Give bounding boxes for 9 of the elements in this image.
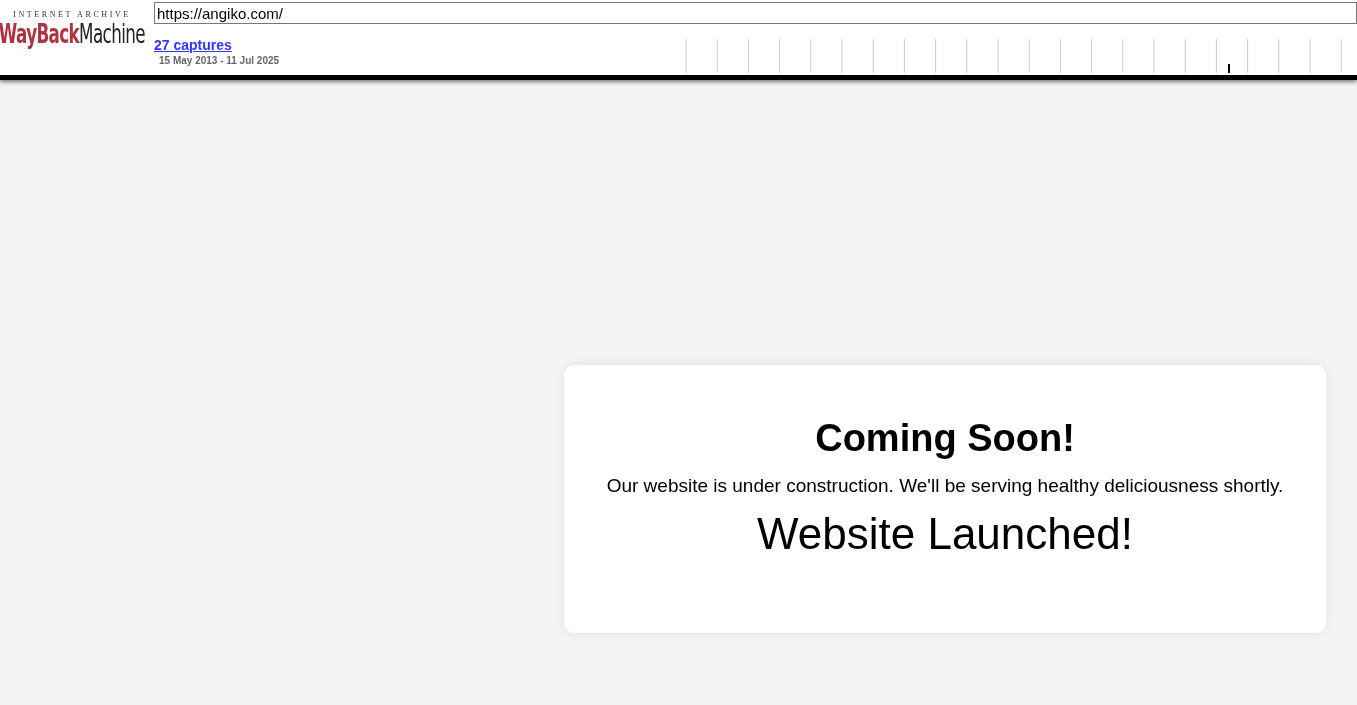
captures-link[interactable]: 27 captures — [154, 37, 232, 53]
card-title: Coming Soon! — [815, 416, 1075, 461]
card-message: Our website is under construction. We'll be serving healthy deliciousness shortly. — [606, 475, 1284, 497]
launch-heading: Website Launched! — [757, 509, 1133, 559]
url-field[interactable]: https://angiko.com/ — [154, 2, 1357, 24]
logo-caption: INTERNET ARCHIVE — [13, 10, 131, 19]
logo-wordmark: WayBack — [0, 18, 80, 49]
date-range: 15 May 2013 - 11 Jul 2025 — [159, 55, 280, 66]
logo-wordmark: Machine — [79, 18, 146, 49]
